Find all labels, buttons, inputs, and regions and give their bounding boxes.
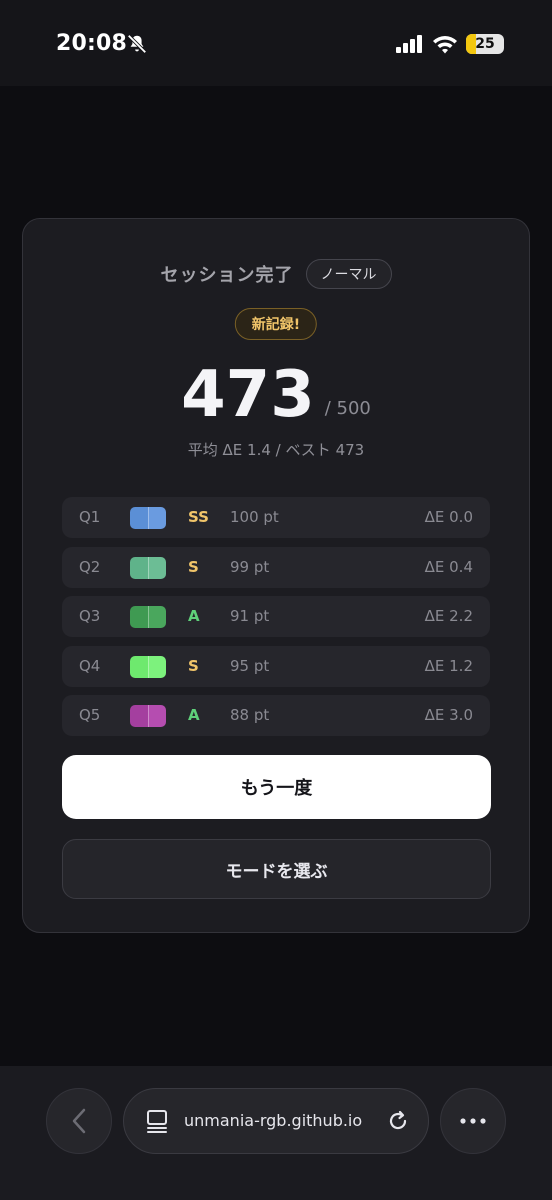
back-icon [72,1108,86,1134]
max-score: / 500 [324,398,371,419]
status-bar: 20:08 25 [0,0,552,86]
grade-label: A [188,706,200,724]
wifi-icon [433,36,457,54]
url-text[interactable]: unmania-rgb.github.io [184,1111,374,1130]
color-swatch [130,606,166,628]
color-swatch [130,655,166,678]
total-score: 473 [181,358,315,432]
question-number: Q3 [79,607,101,625]
color-swatch [130,507,166,529]
question-number: Q5 [79,706,101,724]
question-number: Q4 [79,656,101,675]
result-row: Q5 A 88 pt ΔE 3.0 [62,695,490,736]
result-row: Q1 SS 100 pt ΔE 0.0 [62,497,490,538]
address-bar[interactable]: unmania-rgb.github.io [123,1088,429,1154]
delta-e-label: ΔE 2.2 [424,607,473,625]
delta-e-label: ΔE 3.0 [424,706,473,724]
question-results: Q1 SS 100 pt ΔE 0.0 Q2 S 99 pt ΔE 0.4 Q3… [62,497,490,745]
result-row: Q4 S 95 pt ΔE 1.2 [62,645,490,687]
reload-icon[interactable] [386,1109,410,1133]
delta-e-label: ΔE 0.0 [424,508,473,526]
choose-mode-button[interactable]: モードを選ぶ [62,839,491,899]
bell-slash-icon [127,34,147,54]
points-label: 88 pt [230,706,270,724]
delta-e-label: ΔE 1.2 [424,656,473,675]
browser-toolbar: unmania-rgb.github.io [0,1066,552,1200]
tabs-icon[interactable] [146,1109,168,1133]
grade-label: S [188,656,199,675]
score-row: 473 / 500 [23,359,529,431]
points-label: 99 pt [230,557,270,576]
battery-icon: 25 [466,34,504,54]
session-result-card: セッション完了 ノーマル 新記録! 473 / 500 平均 ΔE 1.4 / … [22,218,530,933]
session-title: セッション完了 [160,265,294,286]
delta-e-label: ΔE 0.4 [424,557,473,576]
color-swatch [130,556,166,579]
points-label: 91 pt [230,607,270,625]
more-button[interactable] [440,1088,506,1154]
new-record-badge: 新記録! [234,308,318,340]
color-swatch [130,705,166,727]
grade-label: A [188,607,200,625]
points-label: 100 pt [230,508,279,526]
status-time: 20:08 [56,31,128,56]
summary-stats: 平均 ΔE 1.4 / ベスト 473 [187,441,365,459]
mode-badge: ノーマル [305,259,392,289]
more-icon [460,1118,486,1124]
points-label: 95 pt [230,656,270,675]
result-row: Q3 A 91 pt ΔE 2.2 [62,596,490,637]
title-row: セッション完了 ノーマル [23,259,529,289]
signal-icon [396,35,422,53]
question-number: Q1 [79,508,101,526]
back-button[interactable] [46,1088,112,1154]
grade-label: S [188,557,199,576]
battery-level: 25 [475,36,495,52]
result-row: Q2 S 99 pt ΔE 0.4 [62,546,490,588]
retry-button[interactable]: もう一度 [62,755,491,819]
grade-label: SS [188,508,209,526]
question-number: Q2 [79,557,101,576]
